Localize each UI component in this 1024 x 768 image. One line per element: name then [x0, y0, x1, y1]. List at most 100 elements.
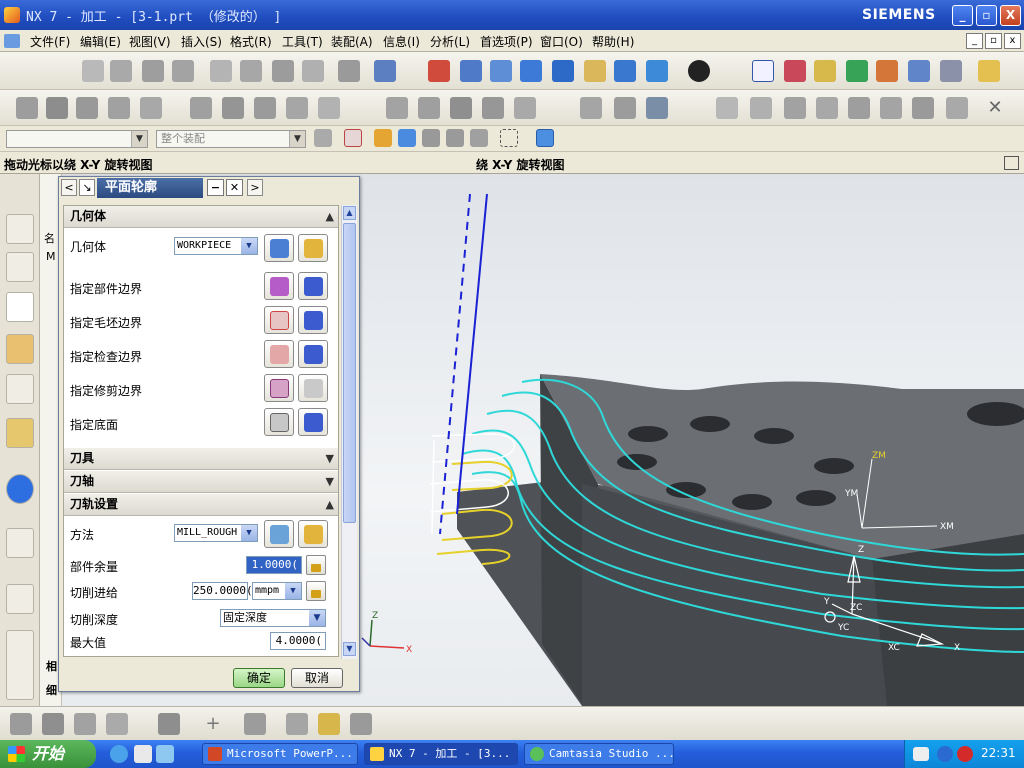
- close-button[interactable]: X: [1000, 5, 1021, 26]
- ok-button[interactable]: 确定: [233, 668, 285, 688]
- menu-tools[interactable]: 工具(T): [282, 33, 323, 50]
- menu-edit[interactable]: 编辑(E): [80, 33, 121, 50]
- constraint-navigator-tab[interactable]: [6, 252, 34, 282]
- task-camtasia[interactable]: Camtasia Studio ...: [524, 743, 674, 765]
- menu-view[interactable]: 视图(V): [129, 33, 171, 50]
- scope-select[interactable]: 整个装配 ▼: [156, 130, 306, 148]
- tool-5-icon[interactable]: [140, 97, 162, 119]
- op-12-icon[interactable]: [614, 97, 636, 119]
- dialog-close-button[interactable]: ✕: [226, 179, 243, 196]
- info-tab[interactable]: [6, 474, 34, 504]
- op-13-icon[interactable]: [646, 97, 668, 119]
- cut-feed-input[interactable]: 250.0000(: [192, 582, 253, 600]
- edit-method-button[interactable]: [298, 520, 328, 548]
- part-stock-input[interactable]: 1.0000(: [246, 556, 302, 574]
- doc-restore-button[interactable]: ▫: [985, 33, 1002, 49]
- tray-arrow-icon[interactable]: [937, 746, 953, 762]
- shaded-icon[interactable]: [614, 60, 636, 82]
- nav-detail2-char[interactable]: 细: [46, 682, 57, 698]
- menu-file[interactable]: 文件(F): [30, 33, 70, 50]
- keyboard-icon[interactable]: [913, 747, 929, 761]
- feed-lock-icon[interactable]: [306, 581, 326, 601]
- display-blank-boundary-button[interactable]: [298, 306, 328, 334]
- new-method-button[interactable]: [264, 520, 294, 548]
- op-2-icon[interactable]: [222, 97, 244, 119]
- zoom-region-icon[interactable]: [490, 60, 512, 82]
- op-6-icon[interactable]: [386, 97, 408, 119]
- op-19-icon[interactable]: [880, 97, 902, 119]
- bottom-tool-3-icon[interactable]: [74, 713, 96, 735]
- section-path-settings[interactable]: 刀轨设置 ▲: [64, 494, 338, 516]
- menu-preferences[interactable]: 首选项(P): [480, 33, 533, 50]
- bottom-tool-9-icon[interactable]: [350, 713, 372, 735]
- tool-2-icon[interactable]: [46, 97, 68, 119]
- close-op-icon[interactable]: ✕: [984, 97, 1006, 119]
- display-check-boundary-button[interactable]: [298, 340, 328, 368]
- minimize-button[interactable]: _: [952, 5, 973, 26]
- stock-lock-icon[interactable]: [306, 555, 326, 575]
- dialog-forward-button[interactable]: >: [247, 179, 263, 196]
- method-select[interactable]: MILL_ROUGH ▼: [174, 524, 258, 542]
- op-17-icon[interactable]: [816, 97, 838, 119]
- snap-toggle-icon[interactable]: [344, 129, 362, 147]
- rect-select-icon[interactable]: [500, 129, 518, 147]
- task-nx[interactable]: NX 7 - 加工 - [3...: [364, 743, 518, 765]
- web-browser-tab[interactable]: [6, 528, 34, 558]
- op-8-icon[interactable]: [450, 97, 472, 119]
- measure-icon[interactable]: [978, 60, 1000, 82]
- hd3d-tab[interactable]: [6, 418, 34, 448]
- pan-icon[interactable]: [584, 60, 606, 82]
- create-operation-icon[interactable]: [908, 60, 930, 82]
- zoom-inout-icon[interactable]: [520, 60, 542, 82]
- render-style-icon[interactable]: [688, 60, 710, 82]
- doc-minimize-button[interactable]: _: [966, 33, 983, 49]
- tool-1-icon[interactable]: [16, 97, 38, 119]
- menu-help[interactable]: 帮助(H): [592, 33, 634, 50]
- menu-assembly[interactable]: 装配(A): [331, 33, 373, 50]
- menu-window[interactable]: 窗口(O): [540, 33, 583, 50]
- op-7-icon[interactable]: [418, 97, 440, 119]
- open-file-icon[interactable]: [110, 60, 132, 82]
- plus-icon[interactable]: +: [202, 713, 224, 735]
- midpoint-icon[interactable]: [422, 129, 440, 147]
- edit-geometry-button[interactable]: [298, 234, 328, 262]
- document-icon[interactable]: [4, 34, 20, 48]
- type-filter-select[interactable]: ▼: [6, 130, 148, 148]
- ie-icon[interactable]: [110, 745, 128, 763]
- generate-path-icon[interactable]: [940, 60, 962, 82]
- windows-start-button[interactable]: 开始: [0, 740, 96, 768]
- op-10-icon[interactable]: [514, 97, 536, 119]
- history-tab[interactable]: [6, 584, 34, 614]
- intersection-icon[interactable]: [470, 129, 488, 147]
- create-geometry-icon[interactable]: [846, 60, 868, 82]
- paste-icon[interactable]: [272, 60, 294, 82]
- bottom-tool-8-icon[interactable]: [318, 713, 340, 735]
- filter-icon[interactable]: [314, 129, 332, 147]
- selection-icon[interactable]: [374, 60, 396, 82]
- display-floor-button[interactable]: [298, 408, 328, 436]
- task-powerpoint[interactable]: Microsoft PowerP...: [202, 743, 358, 765]
- op-15-icon[interactable]: [750, 97, 772, 119]
- part-boundary-button[interactable]: [264, 272, 294, 300]
- op-4-icon[interactable]: [286, 97, 308, 119]
- section-tool-axis[interactable]: 刀轴 ▼: [64, 471, 338, 493]
- check-boundary-button[interactable]: [264, 340, 294, 368]
- tool-3-icon[interactable]: [76, 97, 98, 119]
- op-5-icon[interactable]: [318, 97, 340, 119]
- new-file-icon[interactable]: [82, 60, 104, 82]
- new-geometry-button[interactable]: [264, 234, 294, 262]
- bottom-tool-5-icon[interactable]: [158, 713, 180, 735]
- op-9-icon[interactable]: [482, 97, 504, 119]
- op-11-icon[interactable]: [580, 97, 602, 119]
- point-snap-icon[interactable]: [374, 129, 392, 147]
- rotate-icon[interactable]: [552, 60, 574, 82]
- reuse-library-tab[interactable]: [6, 374, 34, 404]
- feed-unit-select[interactable]: mmpm ▼: [252, 582, 302, 600]
- scroll-down-icon[interactable]: ▼: [343, 642, 356, 656]
- scroll-thumb[interactable]: [343, 223, 356, 523]
- scroll-up-icon[interactable]: ▲: [343, 206, 356, 220]
- bottom-tool-7-icon[interactable]: [286, 713, 308, 735]
- cut-depth-select[interactable]: 固定深度 ▼: [220, 609, 326, 627]
- create-method-icon[interactable]: [876, 60, 898, 82]
- menu-insert[interactable]: 插入(S): [181, 33, 222, 50]
